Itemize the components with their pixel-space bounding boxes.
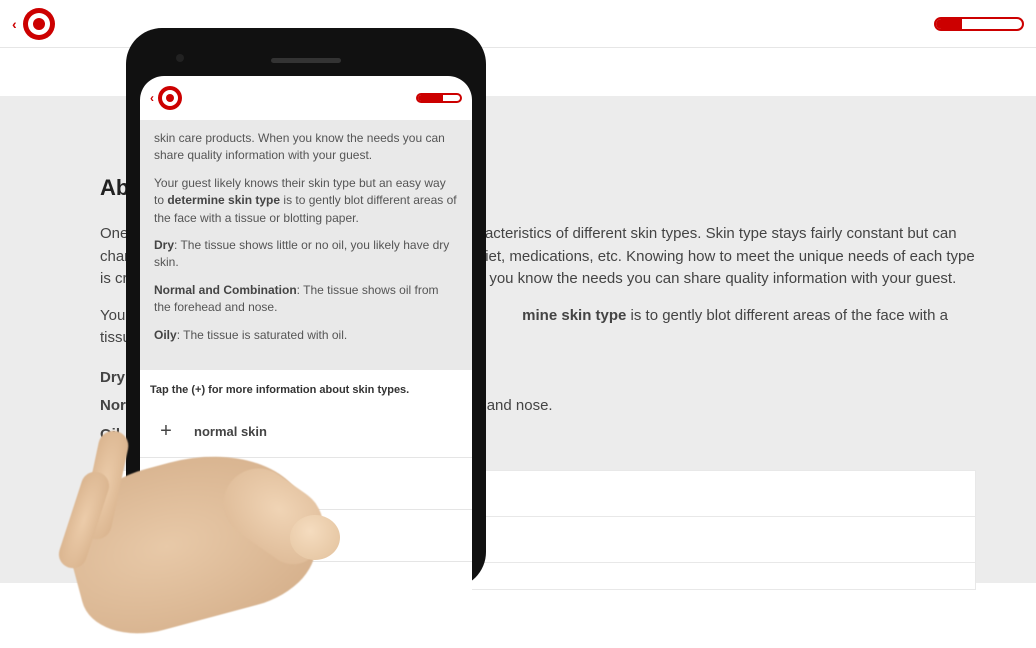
phone-speaker-icon [271, 58, 341, 63]
accordion-label: oily skin [194, 528, 246, 543]
plus-icon: + [158, 472, 174, 495]
accordion-row-normal-skin[interactable]: + normal skin [140, 406, 472, 458]
accordion-row-more[interactable]: + [140, 562, 472, 612]
accordion-label: dry skin [194, 476, 244, 491]
plus-icon: + [158, 576, 174, 599]
phone-progress-indicator [416, 93, 462, 103]
accordion-label: normal skin [194, 424, 267, 439]
header-left: ‹ [12, 8, 55, 40]
target-logo-icon[interactable] [23, 8, 55, 40]
plus-icon: + [158, 420, 174, 443]
phone-accordion: + normal skin + dry skin + oily skin + [140, 406, 472, 612]
phone-back-chevron-icon[interactable]: ‹ [150, 91, 154, 105]
accordion-row-dry-skin[interactable]: + dry skin [140, 458, 472, 510]
phone-header: ‹ [140, 76, 472, 120]
phone-dry: Dry: The tissue shows little or no oil, … [154, 237, 458, 272]
phone-text-block: skin care products. When you know the ne… [140, 120, 472, 370]
accordion-row-oily-skin[interactable]: + oily skin [140, 510, 472, 562]
back-chevron-icon[interactable]: ‹ [12, 16, 17, 32]
phone-screen: ‹ skin care products. When you know the … [140, 76, 472, 612]
phone-oily: Oily: The tissue is saturated with oil. [154, 327, 458, 344]
plus-icon: + [158, 524, 174, 547]
phone-p2: Your guest likely knows their skin type … [154, 175, 458, 227]
phone-normal: Normal and Combination: The tissue shows… [154, 282, 458, 317]
phone-p1: skin care products. When you know the ne… [154, 130, 458, 165]
phone-body: skin care products. When you know the ne… [140, 120, 472, 612]
progress-indicator [934, 17, 1024, 31]
phone-mockup: ‹ skin care products. When you know the … [126, 28, 496, 588]
phone-instruction: Tap the (+) for more information about s… [140, 370, 472, 406]
phone-frame: ‹ skin care products. When you know the … [126, 28, 486, 588]
phone-camera-icon [176, 54, 184, 62]
phone-target-logo-icon[interactable] [158, 86, 182, 110]
